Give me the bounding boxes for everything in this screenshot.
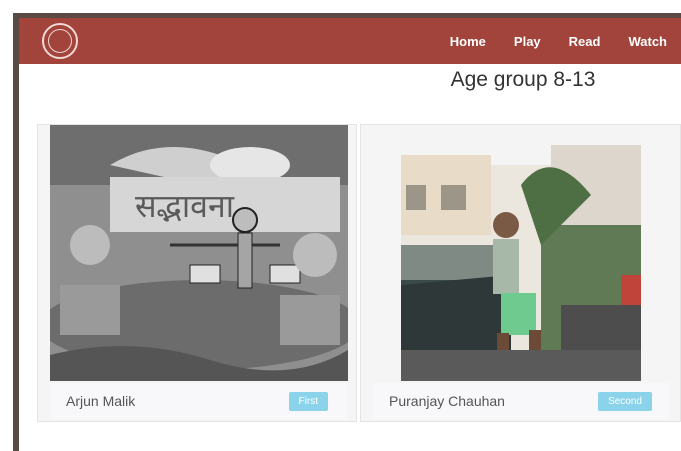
entrant-name: Puranjay Chauhan: [389, 393, 505, 409]
logo-ring-icon: [48, 29, 72, 53]
nav-read-link[interactable]: Read: [555, 34, 615, 49]
window-frame-left: [13, 13, 19, 451]
nav-home-link[interactable]: Home: [436, 34, 500, 49]
entry-card[interactable]: Puranjay Chauhan Second: [360, 124, 681, 422]
nav-watch-link[interactable]: Watch: [614, 34, 681, 49]
entrant-name: Arjun Malik: [66, 393, 136, 409]
boy-balcony-photo: [401, 125, 641, 381]
card-footer: Puranjay Chauhan Second: [373, 383, 670, 419]
nav-play-link[interactable]: Play: [500, 34, 555, 49]
entry-image-drawing[interactable]: सद्भावना: [50, 125, 348, 381]
entry-card[interactable]: सद्भावना Arjun Malik First: [37, 124, 357, 422]
svg-text:सद्भावना: सद्भावना: [135, 187, 235, 225]
top-navbar: Home Play Read Watch: [19, 18, 681, 64]
pencil-drawing-image: सद्भावना: [50, 125, 348, 381]
nav-menu: Home Play Read Watch: [436, 18, 681, 64]
page-title: Age group 8-13: [450, 68, 596, 91]
rank-badge: First: [288, 391, 328, 411]
rank-badge: Second: [598, 391, 652, 411]
site-logo[interactable]: [42, 23, 78, 59]
card-footer: Arjun Malik First: [50, 383, 346, 419]
entry-image-photo[interactable]: [401, 125, 641, 381]
